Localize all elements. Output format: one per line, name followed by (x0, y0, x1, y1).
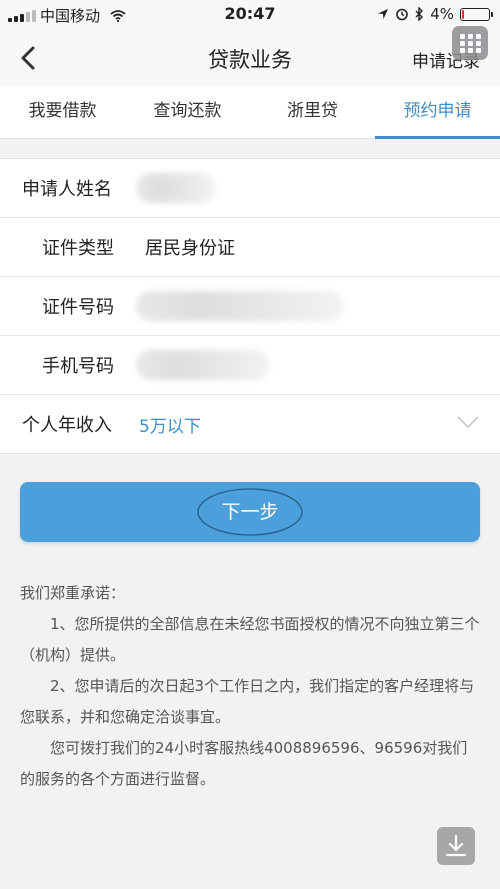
download-icon[interactable] (437, 827, 475, 865)
id-number-label: 证件号码 (42, 297, 114, 318)
id-type-row[interactable]: 证件类型 居民身份证 (0, 218, 500, 277)
applicant-name-row[interactable]: 申请人姓名 (0, 159, 500, 218)
tab-appointment[interactable]: 预约申请 (375, 86, 500, 139)
next-step-label: 下一步 (221, 501, 279, 523)
id-type-value: 居民身份证 (145, 238, 235, 259)
income-row[interactable]: 个人年收入 5万以下 (0, 395, 500, 453)
status-bar: 中国移动 20:47 4% (0, 0, 500, 30)
battery-icon (460, 7, 493, 21)
tab-query-repay[interactable]: 查询还款 (125, 86, 250, 138)
notice-title: 我们郑重承诺： (20, 584, 126, 602)
phone-row[interactable]: 手机号码 (0, 336, 500, 395)
tab-zheli-loan[interactable]: 浙里贷 (250, 86, 375, 138)
notice-item-2: 2、您申请后的次日起3个工作日之内，我们指定的客户经理将与您联系，并和您确定洽谈… (20, 677, 475, 726)
applicant-name-input[interactable] (136, 173, 216, 203)
income-select-value[interactable]: 5万以下 (139, 412, 201, 437)
grid-menu-icon[interactable] (452, 26, 488, 60)
phone-input[interactable] (136, 350, 270, 380)
next-step-button[interactable]: 下一步 (20, 482, 480, 542)
id-type-label: 证件类型 (42, 238, 114, 259)
phone-label: 手机号码 (42, 356, 114, 377)
income-label: 个人年收入 (22, 415, 112, 436)
chevron-down-icon[interactable] (456, 415, 480, 429)
id-number-row[interactable]: 证件号码 (0, 277, 500, 336)
tab-borrow[interactable]: 我要借款 (0, 86, 125, 138)
location-icon (378, 9, 389, 19)
application-form: 申请人姓名 证件类型 居民身份证 证件号码 手机号码 个人年收入 5万以下 (0, 158, 500, 454)
applicant-name-label: 申请人姓名 (22, 179, 112, 200)
battery-percent: 4% (430, 5, 454, 23)
notice-hotline: 您可拨打我们的24小时客服热线4008896596、96596对我们的服务的各个… (20, 739, 468, 788)
tab-bar: 我要借款 查询还款 浙里贷 预约申请 (0, 86, 500, 139)
id-number-input[interactable] (136, 291, 344, 321)
notice-item-1: 1、您所提供的全部信息在未经您书面授权的情况不向独立第三个（机构）提供。 (20, 615, 480, 664)
alarm-icon (396, 8, 409, 21)
nav-bar: 贷款业务 申请记录 (0, 26, 500, 86)
bluetooth-icon (415, 7, 424, 21)
promise-notice: 我们郑重承诺： 1、您所提供的全部信息在未经您书面授权的情况不向独立第三个（机构… (20, 578, 482, 795)
